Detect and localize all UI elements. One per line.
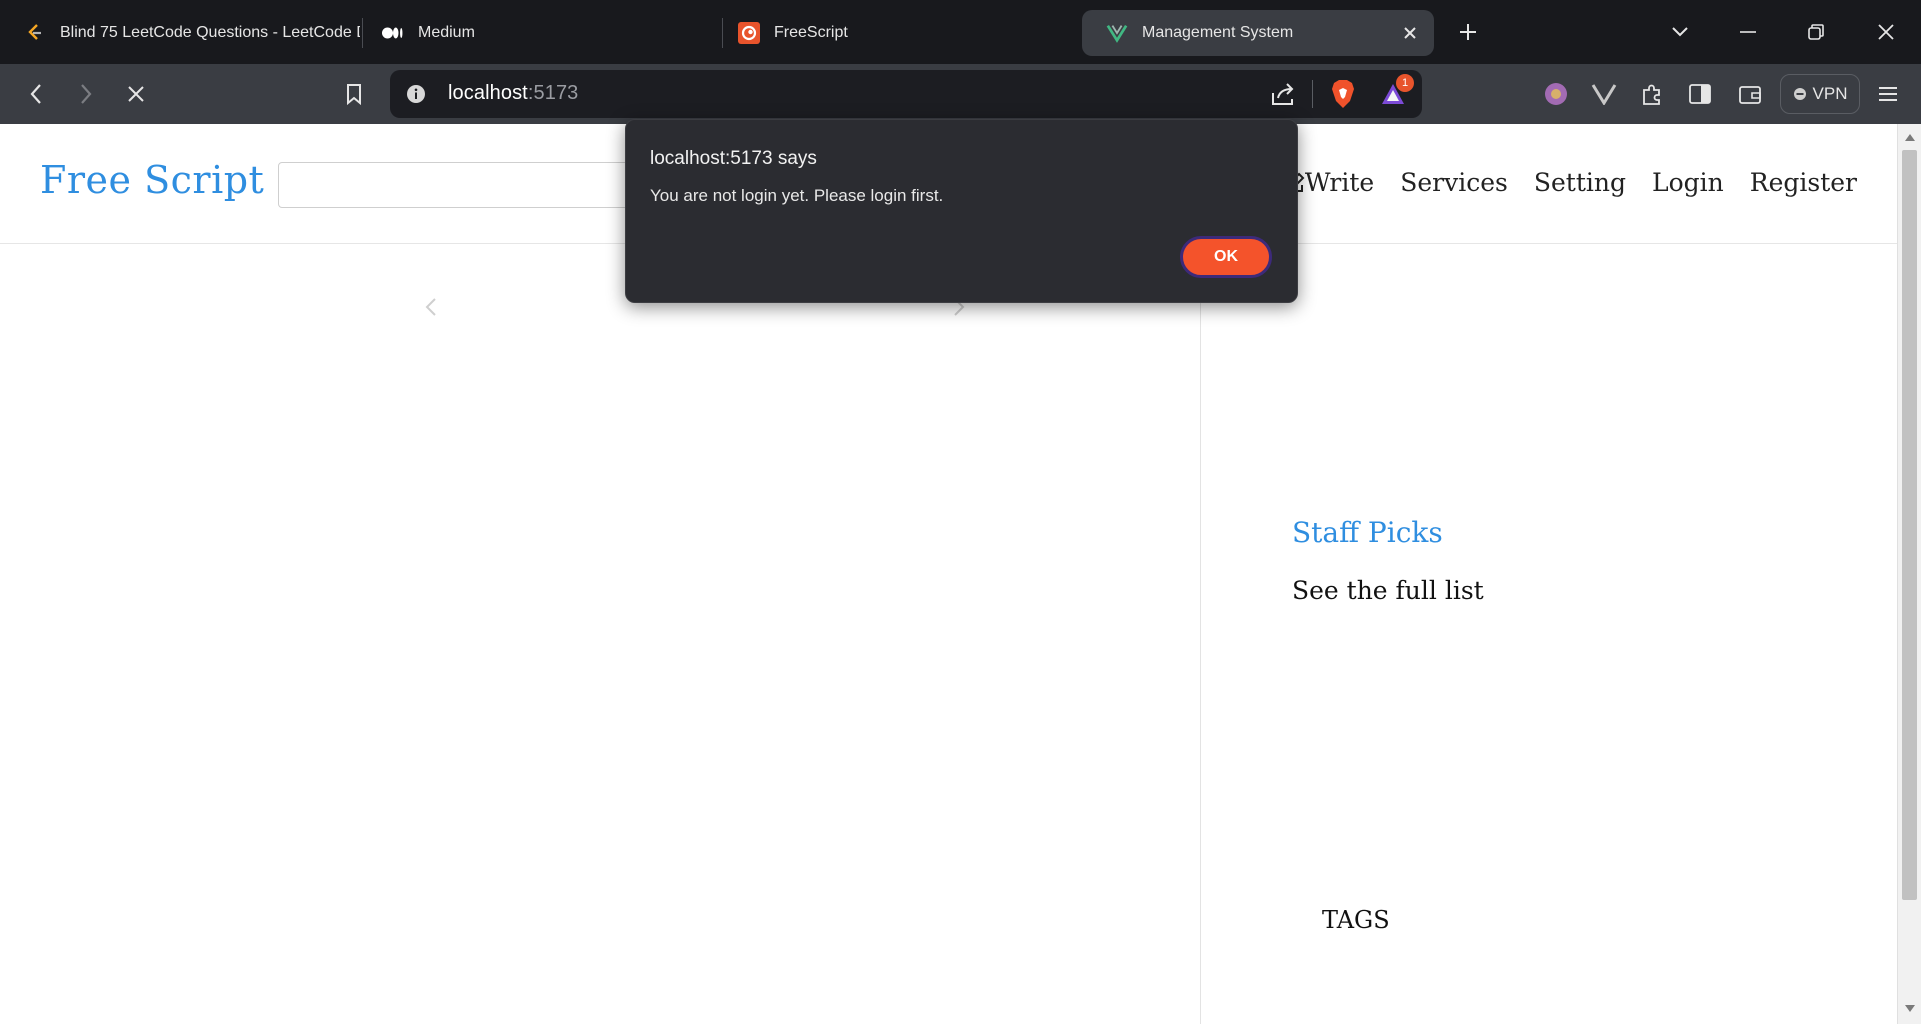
- chevron-left-icon: [425, 298, 436, 316]
- new-tab-button[interactable]: [1448, 14, 1488, 50]
- minimize-button[interactable]: [1728, 14, 1768, 50]
- freescript-icon: [738, 22, 760, 44]
- sidebar-button[interactable]: [1682, 76, 1718, 112]
- close-window-button[interactable]: [1866, 14, 1906, 50]
- tab-leetcode[interactable]: Blind 75 LeetCode Questions - LeetCode D…: [0, 10, 360, 56]
- medium-icon: [382, 22, 404, 44]
- extension-avatar[interactable]: [1538, 76, 1574, 112]
- scroll-up-icon[interactable]: [1904, 132, 1916, 142]
- dialog-message: You are not login yet. Please login firs…: [650, 186, 944, 205]
- plus-icon: [1460, 24, 1476, 40]
- brave-shields-icon[interactable]: [1330, 79, 1356, 114]
- vue-icon: [1106, 22, 1128, 44]
- menu-button[interactable]: [1870, 76, 1906, 112]
- tab-search-button[interactable]: [1660, 14, 1700, 50]
- share-icon[interactable]: [1270, 81, 1296, 112]
- close-icon: [1878, 24, 1894, 40]
- column-divider: [1200, 244, 1201, 1024]
- nav-register[interactable]: Register: [1750, 168, 1857, 197]
- sidebar-icon: [1689, 84, 1711, 104]
- tab-medium[interactable]: Medium: [358, 10, 718, 56]
- notification-badge: 1: [1396, 74, 1414, 92]
- nav-login[interactable]: Login: [1652, 168, 1724, 197]
- site-logo[interactable]: Free Script: [40, 158, 264, 202]
- scroll-down-icon[interactable]: [1904, 1004, 1916, 1014]
- scrollbar-thumb[interactable]: [1902, 150, 1917, 900]
- tab-label: Blind 75 LeetCode Questions - LeetCode D…: [60, 24, 360, 41]
- tab-management-system[interactable]: Management System: [1082, 10, 1434, 56]
- url-text: localhost:5173: [448, 82, 578, 105]
- minimize-icon: [1740, 31, 1756, 33]
- bookmark-button[interactable]: [336, 76, 372, 112]
- forward-button[interactable]: [68, 76, 104, 112]
- nav-services[interactable]: Services: [1400, 168, 1508, 197]
- browser-toolbar: localhost:5173 1 VPN: [0, 64, 1921, 124]
- nav-setting[interactable]: Setting: [1534, 168, 1626, 197]
- alert-dialog: localhost:5173 says You are not login ye…: [625, 119, 1298, 303]
- vpn-label: VPN: [1812, 84, 1848, 103]
- arrow-right-icon: [81, 84, 92, 104]
- extensions-button[interactable]: [1634, 76, 1670, 112]
- staff-picks-heading: Staff Picks: [1292, 516, 1443, 549]
- close-icon: [128, 86, 144, 102]
- hamburger-menu-icon: [1879, 87, 1897, 101]
- vue-devtools-button[interactable]: [1586, 76, 1622, 112]
- bookmark-icon: [347, 84, 361, 105]
- tab-label: Management System: [1142, 24, 1294, 41]
- extension-avatar-icon: [1545, 83, 1567, 105]
- restore-button[interactable]: [1796, 14, 1836, 50]
- address-bar[interactable]: localhost:5173 1: [390, 70, 1422, 118]
- url-port: :5173: [527, 82, 579, 104]
- wallet-button[interactable]: [1732, 76, 1768, 112]
- tab-freescript[interactable]: FreeScript: [714, 10, 1074, 56]
- tab-label: FreeScript: [774, 24, 848, 41]
- nav-write-label: Write: [1304, 168, 1375, 197]
- leetcode-icon: [24, 22, 46, 44]
- vpn-status-icon: [1793, 88, 1806, 100]
- see-full-list-link[interactable]: See the full list: [1292, 576, 1484, 605]
- puzzle-icon: [1643, 84, 1660, 105]
- vpn-button[interactable]: VPN: [1780, 74, 1860, 114]
- close-tab-icon[interactable]: [1400, 23, 1420, 43]
- wallet-icon: [1739, 86, 1761, 104]
- site-info-icon[interactable]: [406, 84, 426, 109]
- stop-loading-button[interactable]: [118, 76, 154, 112]
- arrow-left-icon: [30, 84, 41, 104]
- tab-bar: Blind 75 LeetCode Questions - LeetCode D…: [0, 0, 1921, 64]
- carousel-prev-button[interactable]: [418, 294, 444, 320]
- page-scrollbar[interactable]: [1897, 124, 1921, 1024]
- main-nav: Write Services Setting Login Register: [1283, 168, 1857, 197]
- chevron-down-icon: [1672, 27, 1688, 37]
- url-host: localhost: [448, 82, 528, 104]
- vue-devtools-icon: [1591, 84, 1617, 105]
- ok-button[interactable]: OK: [1180, 236, 1272, 278]
- back-button[interactable]: [18, 76, 54, 112]
- address-bar-divider: [1312, 80, 1313, 108]
- tags-heading: TAGS: [1322, 906, 1390, 934]
- dialog-title: localhost:5173 says: [650, 148, 817, 169]
- tab-label: Medium: [418, 24, 475, 41]
- restore-icon: [1808, 24, 1824, 40]
